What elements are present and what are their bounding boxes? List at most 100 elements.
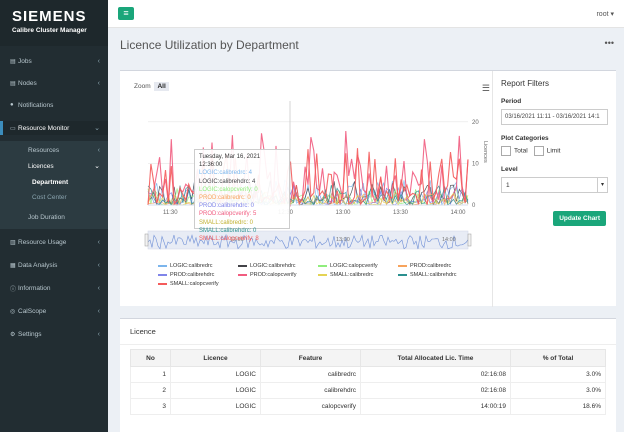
table-cell: 14:00:19	[360, 398, 511, 415]
sidebar-item-calscope[interactable]: ◎ CalScope ‹	[0, 304, 108, 318]
navigator-handle-right	[467, 233, 472, 247]
bar-chart-icon: ▥	[10, 239, 16, 246]
username: root	[596, 11, 609, 18]
legend-item[interactable]: PROD:calibredrc	[398, 261, 478, 270]
x-tick-label: 14:00	[451, 210, 467, 216]
filters-title: Report Filters	[501, 79, 550, 88]
legend-item[interactable]: LOGIC:calopcverify	[318, 261, 398, 270]
level-label: Level	[501, 166, 518, 173]
legend-item[interactable]: SMALL:calopcverify	[158, 279, 238, 288]
info-icon: ⓘ	[10, 286, 17, 293]
sidebar-item-licences[interactable]: Licences ⌄	[0, 159, 108, 173]
table-cell: LOGIC	[170, 366, 261, 383]
legend-item[interactable]: LOGIC:calibredrc	[158, 261, 238, 270]
sidebar-item-label: Nodes	[18, 79, 37, 87]
bell-icon: ●	[10, 102, 14, 108]
plot-categories: Total Limit	[501, 146, 608, 156]
tooltip-line: SMALL:calibrehdrc: 0	[199, 227, 257, 234]
column-header[interactable]: Total Allocated Lic. Time	[360, 349, 511, 367]
chevron-left-icon: ‹	[97, 261, 100, 269]
column-header[interactable]: % of Total	[510, 349, 606, 367]
level-select[interactable]: 1 ▾	[501, 177, 608, 193]
sidebar-item-cost-center[interactable]: Cost Center	[0, 190, 108, 204]
column-header[interactable]: No	[130, 349, 171, 367]
update-chart-button[interactable]: Update Chart	[553, 211, 606, 226]
chevron-down-icon: ⌄	[94, 125, 100, 132]
sidebar-item-notifications[interactable]: ● Notifications	[0, 98, 108, 112]
sidebar-item-label: CalScope	[18, 307, 47, 315]
sidebar-item-jobs[interactable]: ▤ Jobs ‹	[0, 54, 108, 68]
sidebar-item-resource-usage[interactable]: ▥ Resource Usage ‹	[0, 235, 108, 249]
level-value: 1	[506, 182, 510, 189]
sidebar: SIEMENS Calibre Cluster Manager ▤ Jobs ‹…	[0, 0, 108, 432]
legend-item[interactable]: PROD:calibrehdrc	[158, 270, 238, 279]
table-cell: calibredrc	[260, 366, 361, 383]
more-options-icon[interactable]: •••	[605, 38, 614, 48]
legend-item[interactable]: PROD:calopcverify	[238, 270, 318, 279]
gear-icon: ⚙	[10, 331, 16, 338]
sidebar-item-label: Notifications	[18, 101, 54, 109]
caret-down-icon: ▾	[610, 11, 614, 18]
sidebar-item-data-analysis[interactable]: ▦ Data Analysis ‹	[0, 258, 108, 272]
tooltip-line: PROD:calibrehdrc: 0	[199, 203, 255, 210]
sidebar-item-nodes[interactable]: ▤ Nodes ‹	[0, 76, 108, 90]
table-cell: 3.0%	[510, 366, 606, 383]
column-header[interactable]: Licence	[170, 349, 261, 367]
server-icon: ▤	[10, 58, 16, 65]
sidebar-item-settings[interactable]: ⚙ Settings ‹	[0, 327, 108, 341]
licence-table-box: Licence No Licence Feature Total Allocat…	[120, 318, 616, 432]
legend-item[interactable]: SMALL:calibrehdrc	[398, 270, 478, 279]
table-cell: 18.6%	[510, 398, 606, 415]
logo: SIEMENS Calibre Cluster Manager	[0, 0, 108, 46]
x-tick-label: 13:30	[393, 210, 409, 216]
menu-toggle-button[interactable]: ≡	[118, 7, 134, 20]
top-bar: ≡ root ▾	[108, 0, 624, 28]
sidebar-item-department[interactable]: Department	[0, 175, 108, 189]
tooltip-line: LOGIC:calopcverify: 0	[199, 186, 258, 193]
sidebar-item-label: Settings	[18, 330, 42, 338]
navigator	[147, 230, 469, 250]
user-menu[interactable]: root ▾	[596, 10, 614, 18]
x-tick-label: 13:00	[336, 210, 352, 216]
sidebar-item-label: Information	[18, 284, 51, 292]
tooltip-line: SMALL:calibredrc: 0	[199, 219, 254, 226]
period-input[interactable]: 03/16/2021 11:11 - 03/16/2021 14:1	[501, 109, 608, 125]
table-row: 3 LOGIC calopcverify 14:00:19 18.6%	[130, 398, 606, 415]
sidebar-item-label: Resource Usage	[18, 238, 67, 246]
chevron-down-icon: ▾	[597, 178, 607, 192]
chevron-left-icon: ‹	[97, 330, 100, 338]
y-tick-label: 10	[472, 161, 479, 167]
sidebar-item-label: Cost Center	[32, 193, 67, 201]
period-label: Period	[501, 98, 522, 105]
line-chart[interactable]: 01020Licences11:3012:0012:3013:0013:3014…	[120, 71, 492, 261]
sidebar-item-resources[interactable]: Resources ‹	[0, 143, 108, 157]
chart-box: Zoom All ☰ 01020Licences11:3012:0012:301…	[120, 70, 616, 307]
table-cell: 3	[130, 398, 171, 415]
y-axis-label: Licences	[482, 141, 488, 163]
plot-categories-label: Plot Categories	[501, 135, 549, 142]
tooltip-time: Tuesday, Mar 16, 2021 12:36:00	[199, 154, 261, 169]
y-tick-label: 0	[472, 203, 476, 209]
column-header[interactable]: Feature	[260, 349, 361, 367]
y-tick-label: 20	[472, 120, 479, 126]
chevron-left-icon: ‹	[97, 284, 100, 292]
sidebar-item-job-duration[interactable]: Job Duration	[0, 210, 108, 224]
tooltip-line: LOGIC:calibrehdrc: 4	[199, 178, 256, 185]
sidebar-item-information[interactable]: ⓘ Information ‹	[0, 281, 108, 295]
table-cell: 02:16:08	[360, 366, 511, 383]
sidebar-item-label: Data Analysis	[18, 261, 58, 269]
total-checkbox[interactable]: Total	[501, 146, 528, 156]
chart-area: Zoom All ☰ 01020Licences11:3012:0012:301…	[120, 71, 492, 307]
chart-legend: LOGIC:calibredrc LOGIC:calibrehdrc LOGIC…	[158, 261, 478, 288]
legend-item[interactable]: LOGIC:calibrehdrc	[238, 261, 318, 270]
sidebar-item-label: Department	[32, 178, 69, 186]
tooltip-line: LOGIC:calibredrc: 4	[199, 170, 253, 177]
table-cell: LOGIC	[170, 382, 261, 399]
chart-tooltip: Tuesday, Mar 16, 2021 12:36:00 LOGIC:cal…	[194, 149, 290, 242]
limit-checkbox[interactable]: Limit	[533, 146, 560, 156]
legend-item[interactable]: SMALL:calibredrc	[318, 270, 398, 279]
sidebar-item-resource-monitor[interactable]: ▭ Resource Monitor ⌄	[0, 121, 108, 135]
x-tick-label: 11:30	[163, 210, 178, 216]
brand-name: SIEMENS	[12, 8, 87, 25]
navigator-handle-left	[144, 233, 149, 247]
